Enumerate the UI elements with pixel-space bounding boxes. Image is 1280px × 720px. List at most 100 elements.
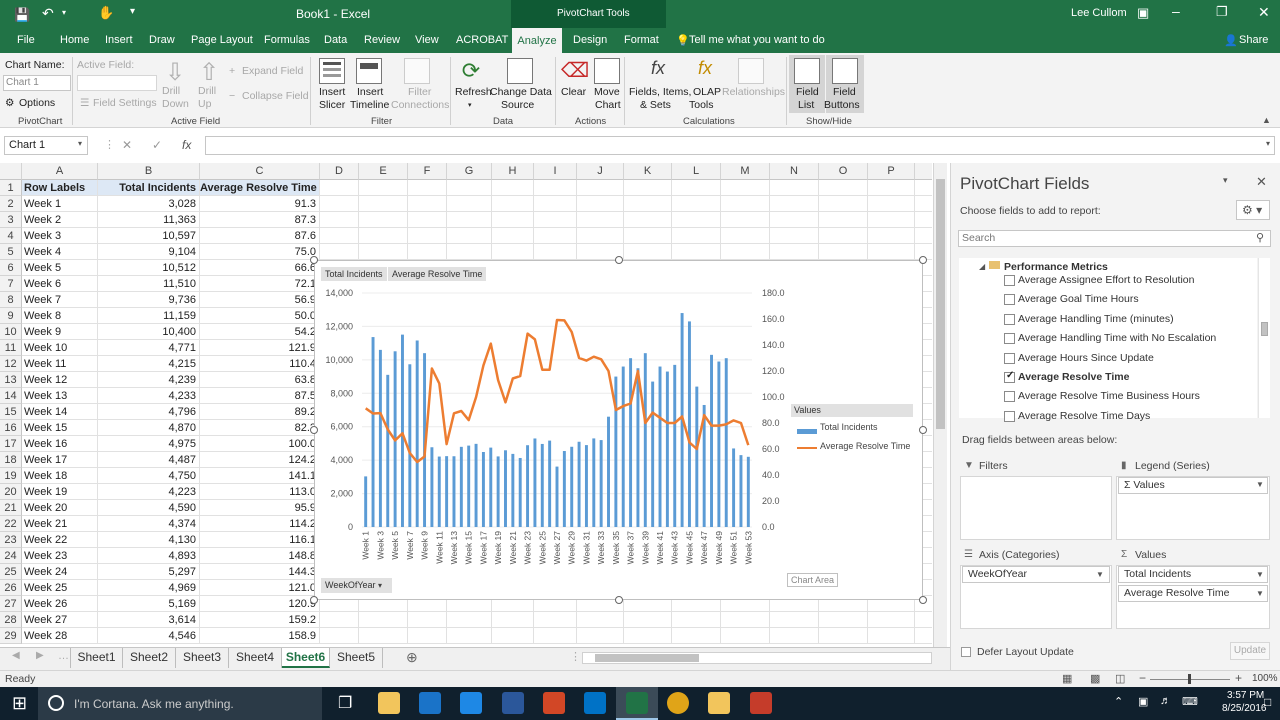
- average-resolve-time-cell[interactable]: 89.2: [200, 404, 320, 420]
- row-label-cell[interactable]: Week 5: [22, 260, 98, 276]
- average-resolve-time-cell[interactable]: 120.9: [200, 596, 320, 612]
- average-resolve-time-cell[interactable]: 95.9: [200, 500, 320, 516]
- field-button-total-incidents[interactable]: Total Incidents: [321, 267, 387, 281]
- header-total-incidents[interactable]: Total Incidents: [98, 180, 200, 196]
- empty-cell[interactable]: [408, 612, 447, 628]
- total-incidents-cell[interactable]: 4,374: [98, 516, 200, 532]
- legend-field-dropdown-icon[interactable]: ▼: [1256, 480, 1264, 489]
- field-checkbox[interactable]: [1004, 410, 1015, 422]
- empty-cell[interactable]: [359, 244, 408, 260]
- select-all-corner[interactable]: [0, 163, 22, 180]
- tab-view[interactable]: View: [415, 34, 439, 46]
- change-data-source-label-2[interactable]: Source: [501, 99, 534, 112]
- filter-connections-label-2[interactable]: Connections: [391, 99, 449, 112]
- empty-cell[interactable]: [915, 180, 932, 196]
- empty-cell[interactable]: [721, 180, 770, 196]
- ribbon-display-icon[interactable]: ▣: [1137, 5, 1149, 21]
- olap-tools-label-1[interactable]: OLAP: [693, 86, 721, 99]
- row-label-cell[interactable]: Week 13: [22, 388, 98, 404]
- column-header-l[interactable]: L: [672, 163, 721, 180]
- empty-cell[interactable]: [819, 196, 868, 212]
- change-data-source-label-1[interactable]: Change Data: [490, 86, 552, 99]
- row-label-cell[interactable]: Week 21: [22, 516, 98, 532]
- values-field-average-resolve-time[interactable]: Average Resolve Time: [1118, 585, 1268, 602]
- slicer-icon[interactable]: [319, 58, 345, 84]
- row-label-cell[interactable]: Week 14: [22, 404, 98, 420]
- empty-cell[interactable]: [359, 212, 408, 228]
- empty-cell[interactable]: [534, 196, 577, 212]
- sheet-tab-sheet2[interactable]: Sheet2: [123, 648, 176, 668]
- move-chart-icon[interactable]: [594, 58, 620, 84]
- field-checkbox[interactable]: [1004, 294, 1015, 306]
- drill-down-label-1[interactable]: Drill: [162, 85, 180, 98]
- average-resolve-time-cell[interactable]: 121.0: [200, 580, 320, 596]
- average-resolve-time-cell[interactable]: 66.6: [200, 260, 320, 276]
- total-incidents-cell[interactable]: 11,510: [98, 276, 200, 292]
- file-explorer-icon[interactable]: [378, 692, 400, 714]
- column-header-d[interactable]: D: [320, 163, 359, 180]
- refresh-dropdown-icon[interactable]: ▾: [468, 99, 472, 112]
- row-header[interactable]: 5: [0, 244, 22, 260]
- empty-cell[interactable]: [624, 196, 672, 212]
- field-item[interactable]: Average Hours Since Update: [1018, 352, 1154, 364]
- row-label-cell[interactable]: Week 2: [22, 212, 98, 228]
- average-resolve-time-cell[interactable]: 87.3: [200, 212, 320, 228]
- empty-cell[interactable]: [408, 180, 447, 196]
- total-incidents-cell[interactable]: 4,870: [98, 420, 200, 436]
- row-label-cell[interactable]: Week 6: [22, 276, 98, 292]
- row-label-cell[interactable]: Week 22: [22, 532, 98, 548]
- empty-cell[interactable]: [721, 212, 770, 228]
- average-resolve-time-cell[interactable]: 114.2: [200, 516, 320, 532]
- empty-cell[interactable]: [447, 212, 492, 228]
- tab-insert[interactable]: Insert: [105, 34, 133, 46]
- sheet-tab-sheet6[interactable]: Sheet6: [282, 648, 330, 668]
- scroll-sheets-right-icon[interactable]: ▶: [36, 650, 44, 661]
- collapse-group-icon[interactable]: ◢: [979, 262, 985, 271]
- row-label-cell[interactable]: Week 8: [22, 308, 98, 324]
- axis-field-dropdown-icon-2[interactable]: ▼: [1096, 570, 1104, 579]
- empty-cell[interactable]: [819, 212, 868, 228]
- expand-formula-bar-icon[interactable]: ▾: [1266, 139, 1270, 148]
- empty-cell[interactable]: [534, 228, 577, 244]
- sheet-tab-sheet4[interactable]: Sheet4: [229, 648, 282, 668]
- clock-time[interactable]: 3:57 PM: [1227, 690, 1264, 701]
- empty-cell[interactable]: [915, 228, 932, 244]
- empty-cell[interactable]: [915, 196, 932, 212]
- clear-icon[interactable]: ⌫: [561, 58, 589, 84]
- average-resolve-time-cell[interactable]: 54.2: [200, 324, 320, 340]
- field-buttons-icon[interactable]: [832, 58, 858, 84]
- empty-cell[interactable]: [868, 628, 915, 644]
- column-header-a[interactable]: A: [22, 163, 98, 180]
- axis-field-dropdown-icon[interactable]: ▾: [378, 581, 382, 590]
- collapse-ribbon-icon[interactable]: ▲: [1262, 115, 1271, 125]
- total-incidents-cell[interactable]: 4,215: [98, 356, 200, 372]
- windows-start-icon[interactable]: ⊞: [12, 693, 27, 714]
- powerpoint-icon[interactable]: [543, 692, 565, 714]
- average-resolve-time-cell[interactable]: 63.8: [200, 372, 320, 388]
- empty-cell[interactable]: [408, 212, 447, 228]
- field-button-average-resolve-time[interactable]: Average Resolve Time: [388, 267, 487, 281]
- empty-cell[interactable]: [868, 180, 915, 196]
- drill-down-icon[interactable]: ⇩: [162, 58, 188, 86]
- average-resolve-time-cell[interactable]: 72.1: [200, 276, 320, 292]
- row-label-cell[interactable]: Week 18: [22, 468, 98, 484]
- total-incidents-cell[interactable]: 4,975: [98, 436, 200, 452]
- field-settings-icon[interactable]: ☰: [80, 97, 89, 110]
- field-list-scrollbar[interactable]: [1258, 258, 1270, 418]
- tab-data[interactable]: Data: [324, 34, 347, 46]
- timeline-icon[interactable]: [356, 58, 382, 84]
- empty-cell[interactable]: [721, 228, 770, 244]
- average-resolve-time-cell[interactable]: 75.0: [200, 244, 320, 260]
- row-header[interactable]: 11: [0, 340, 22, 356]
- change-data-source-icon[interactable]: [507, 58, 533, 84]
- empty-cell[interactable]: [577, 628, 624, 644]
- empty-cell[interactable]: [819, 628, 868, 644]
- clock-date[interactable]: 8/25/2016: [1222, 703, 1267, 714]
- field-checkbox[interactable]: [1004, 391, 1015, 403]
- vertical-scrollbar[interactable]: [933, 163, 947, 647]
- insert-slicer-label-2[interactable]: Slicer: [319, 99, 345, 112]
- field-item[interactable]: Average Handling Time (minutes): [1018, 313, 1174, 325]
- tools-gear-icon[interactable]: ⚙ ▾: [1236, 200, 1270, 220]
- action-center-icon[interactable]: □: [1264, 695, 1271, 709]
- row-label-cell[interactable]: Week 7: [22, 292, 98, 308]
